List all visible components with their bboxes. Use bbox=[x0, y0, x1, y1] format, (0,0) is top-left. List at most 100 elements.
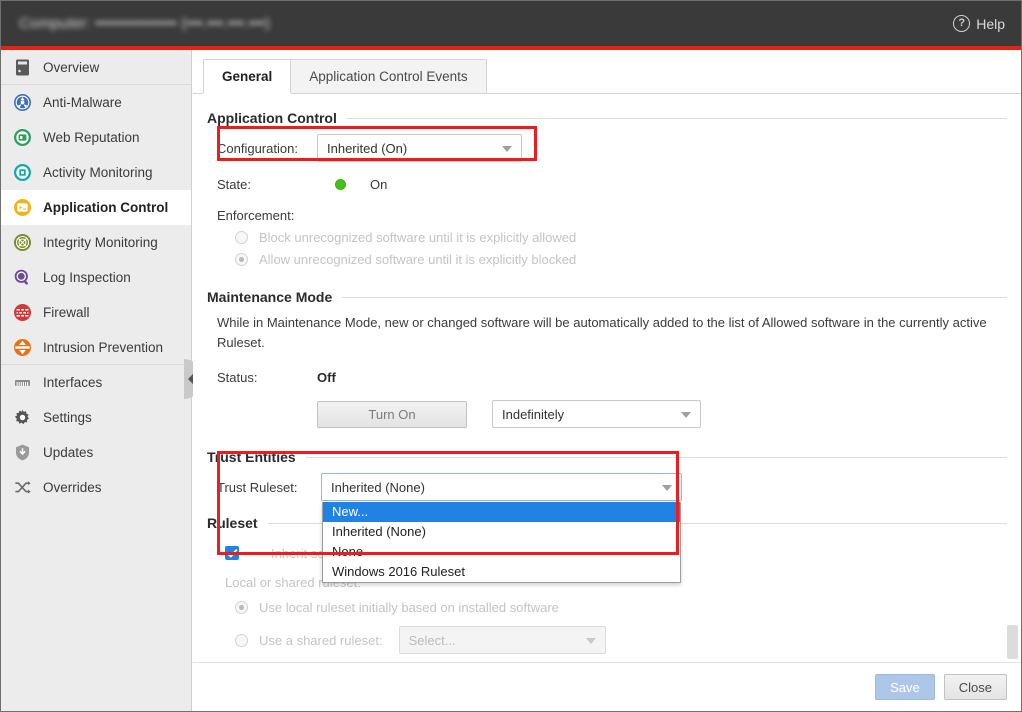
enforcement-allow-label: Allow unrecognized software until it is … bbox=[259, 252, 576, 267]
web-reputation-icon bbox=[13, 128, 32, 147]
save-label: Save bbox=[890, 680, 920, 695]
dropdown-option-none[interactable]: None bbox=[323, 542, 680, 562]
interfaces-icon bbox=[13, 373, 32, 392]
sidebar-item-label: Updates bbox=[43, 445, 93, 460]
sidebar-item-label: Interfaces bbox=[43, 375, 102, 390]
turn-on-button[interactable]: Turn On bbox=[317, 401, 467, 428]
radio-use-local-ruleset[interactable] bbox=[235, 601, 248, 614]
configuration-label: Configuration: bbox=[217, 141, 317, 156]
close-label: Close bbox=[959, 680, 992, 695]
maintenance-controls-row: Turn On Indefinitely bbox=[317, 400, 1007, 428]
sidebar-item-firewall[interactable]: Firewall bbox=[1, 295, 191, 330]
help-button[interactable]: ? Help bbox=[953, 15, 1021, 32]
section-title: Maintenance Mode bbox=[207, 289, 332, 305]
chevron-down-icon bbox=[662, 485, 672, 491]
trust-ruleset-select[interactable]: Inherited (None) New... Inherited (None)… bbox=[321, 473, 682, 501]
overrides-icon bbox=[13, 478, 32, 497]
settings-gear-icon bbox=[13, 408, 32, 427]
title-bar: Computer: ••••••••••••••• (•••.•••.•••.•… bbox=[1, 1, 1021, 46]
ruleset-option-local[interactable]: Use local ruleset initially based on ins… bbox=[217, 600, 1007, 615]
enforcement-block-label: Block unrecognized software until it is … bbox=[259, 230, 576, 245]
section-application-control-header: Application Control bbox=[207, 110, 1007, 126]
sidebar-item-label: Integrity Monitoring bbox=[43, 235, 158, 250]
sidebar-item-activity-monitoring[interactable]: Activity Monitoring bbox=[1, 155, 191, 190]
sidebar-item-label: Settings bbox=[43, 410, 92, 425]
maintenance-duration-select[interactable]: Indefinitely bbox=[492, 400, 701, 428]
section-title: Ruleset bbox=[207, 515, 258, 531]
sidebar-item-label: Overrides bbox=[43, 480, 102, 495]
maintenance-duration-value: Indefinitely bbox=[502, 407, 564, 422]
tab-application-control-events[interactable]: Application Control Events bbox=[290, 59, 486, 93]
tab-application-control-events-label: Application Control Events bbox=[309, 69, 467, 84]
log-inspection-icon bbox=[13, 268, 32, 287]
sidebar-item-log-inspection[interactable]: Log Inspection bbox=[1, 260, 191, 295]
enforcement-option-block[interactable]: Block unrecognized software until it is … bbox=[217, 230, 1007, 245]
vertical-scrollbar-thumb[interactable] bbox=[1007, 625, 1018, 659]
close-button[interactable]: Close bbox=[944, 674, 1007, 700]
inherit-settings-checkbox[interactable] bbox=[225, 546, 239, 560]
sidebar-nav: Overview Anti-Malware Web Reputation Activi… bbox=[1, 50, 192, 711]
sidebar-item-anti-malware[interactable]: Anti-Malware bbox=[1, 85, 191, 120]
state-row: State: On bbox=[217, 170, 1007, 198]
turn-on-label: Turn On bbox=[368, 407, 415, 422]
updates-icon bbox=[13, 443, 32, 462]
section-rule bbox=[306, 457, 1007, 458]
application-window: Computer: ••••••••••••••• (•••.•••.•••.•… bbox=[0, 0, 1022, 712]
sidebar-item-label: Anti-Malware bbox=[43, 95, 122, 110]
section-title: Application Control bbox=[207, 110, 337, 126]
dropdown-option-new[interactable]: New... bbox=[323, 502, 680, 522]
sidebar-item-overrides[interactable]: Overrides bbox=[1, 470, 191, 505]
footer-bar: Save Close bbox=[193, 662, 1021, 711]
tab-general-label: General bbox=[222, 69, 272, 84]
overview-icon bbox=[13, 58, 32, 77]
sidebar-item-label: Web Reputation bbox=[43, 130, 140, 145]
application-control-icon bbox=[13, 198, 32, 217]
configuration-select[interactable]: Inherited (On) bbox=[317, 134, 522, 162]
enforcement-label: Enforcement: bbox=[217, 208, 1007, 223]
question-circle-icon: ? bbox=[953, 15, 970, 32]
trust-ruleset-dropdown-list: New... Inherited (None) None Windows 201… bbox=[322, 502, 681, 583]
sidebar-item-overview[interactable]: Overview bbox=[1, 50, 191, 85]
radio-allow-unrecognized[interactable] bbox=[235, 253, 248, 266]
sidebar-item-intrusion-prevention[interactable]: Intrusion Prevention bbox=[1, 330, 191, 365]
help-label: Help bbox=[976, 16, 1005, 32]
dropdown-option-label: Inherited (None) bbox=[332, 524, 426, 539]
dropdown-option-inherited-none[interactable]: Inherited (None) bbox=[323, 522, 680, 542]
sidebar-item-application-control[interactable]: Application Control bbox=[1, 190, 191, 225]
section-trust-entities-header: Trust Entities bbox=[207, 449, 1007, 465]
sidebar-item-updates[interactable]: Updates bbox=[1, 435, 191, 470]
sidebar-item-label: Application Control bbox=[43, 200, 168, 215]
sidebar-item-label: Activity Monitoring bbox=[43, 165, 153, 180]
status-indicator-dot bbox=[335, 179, 346, 190]
dropdown-option-label: New... bbox=[332, 504, 368, 519]
sidebar-item-label: Firewall bbox=[43, 305, 90, 320]
enforcement-option-allow[interactable]: Allow unrecognized software until it is … bbox=[217, 252, 1007, 267]
sidebar-item-settings[interactable]: Settings bbox=[1, 400, 191, 435]
section-rule bbox=[347, 118, 1007, 119]
section-title: Trust Entities bbox=[207, 449, 296, 465]
tab-general[interactable]: General bbox=[203, 59, 291, 93]
radio-use-shared-ruleset[interactable] bbox=[235, 634, 248, 647]
radio-block-unrecognized[interactable] bbox=[235, 231, 248, 244]
activity-monitoring-icon bbox=[13, 163, 32, 182]
sidebar-item-label: Intrusion Prevention bbox=[43, 340, 163, 355]
sidebar-item-interfaces[interactable]: Interfaces bbox=[1, 365, 191, 400]
main-content: General Application Control Events Appli… bbox=[193, 50, 1021, 711]
state-label: State: bbox=[217, 177, 317, 192]
dropdown-option-label: None bbox=[332, 544, 363, 559]
sidebar-item-web-reputation[interactable]: Web Reputation bbox=[1, 120, 191, 155]
anti-malware-icon bbox=[13, 93, 32, 112]
chevron-down-icon bbox=[586, 638, 596, 644]
dropdown-option-label: Windows 2016 Ruleset bbox=[332, 564, 465, 579]
ruleset-local-label: Use local ruleset initially based on ins… bbox=[259, 600, 559, 615]
dropdown-option-windows-2016-ruleset[interactable]: Windows 2016 Ruleset bbox=[323, 562, 680, 582]
inherit-settings-label: Inherit se bbox=[271, 546, 324, 561]
maintenance-status-value: Off bbox=[317, 370, 336, 385]
trust-ruleset-value: Inherited (None) bbox=[331, 480, 425, 495]
save-button[interactable]: Save bbox=[875, 674, 935, 700]
maintenance-mode-description: While in Maintenance Mode, new or change… bbox=[217, 313, 1007, 353]
ruleset-option-shared[interactable]: Use a shared ruleset: Select... bbox=[217, 626, 1007, 654]
shared-ruleset-select[interactable]: Select... bbox=[399, 626, 606, 654]
section-rule bbox=[342, 297, 1007, 298]
sidebar-item-integrity-monitoring[interactable]: Integrity Monitoring bbox=[1, 225, 191, 260]
